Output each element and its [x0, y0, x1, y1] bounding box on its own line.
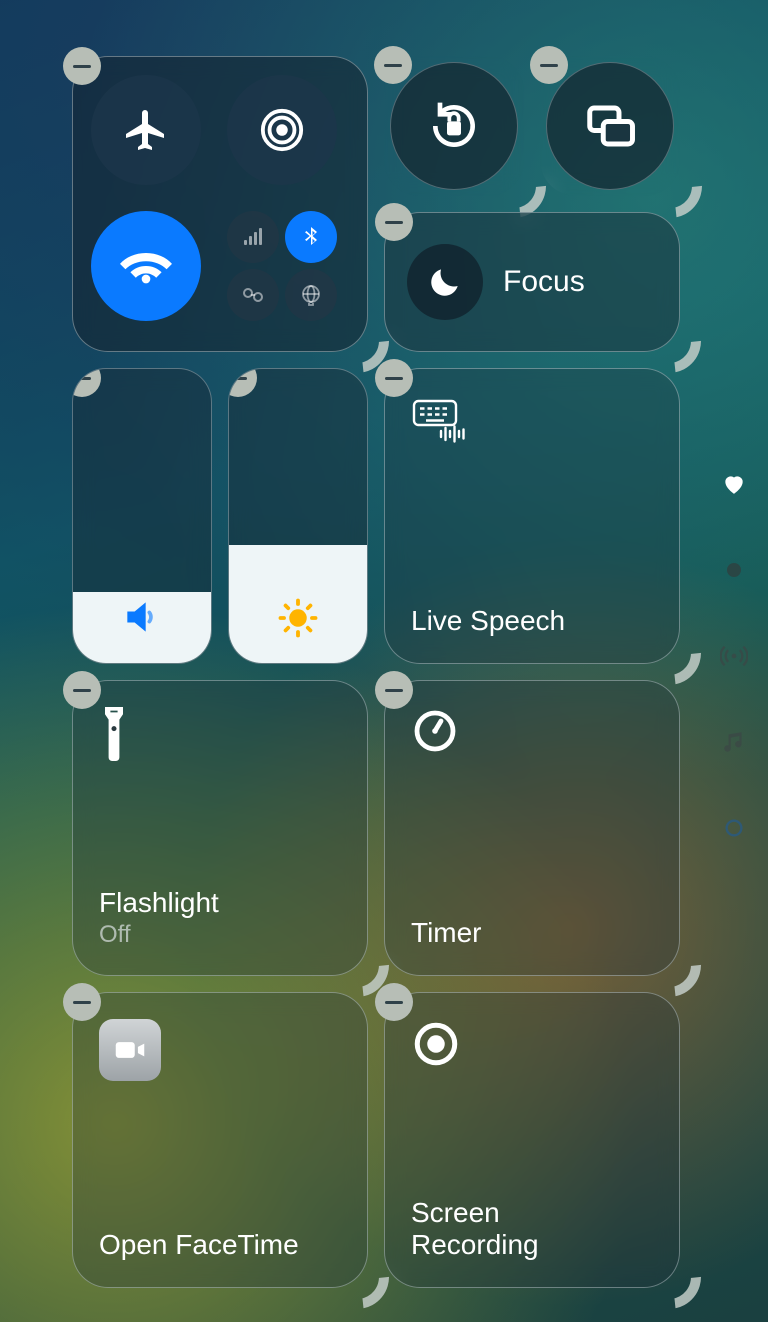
- wifi-icon: [120, 240, 172, 292]
- connectivity-tile[interactable]: [72, 56, 368, 352]
- airplane-icon: [122, 106, 170, 154]
- hotspot-icon: [241, 283, 265, 307]
- remove-button[interactable]: [72, 368, 101, 397]
- remove-button[interactable]: [530, 46, 568, 84]
- flashlight-status: Off: [99, 921, 341, 949]
- remove-button[interactable]: [375, 671, 413, 709]
- antenna-icon: [720, 642, 748, 670]
- wifi-toggle[interactable]: [91, 211, 201, 321]
- circle-outline-icon: [723, 817, 745, 839]
- focus-label: Focus: [503, 265, 585, 299]
- heart-icon: [721, 471, 747, 497]
- record-icon: [411, 1019, 461, 1069]
- resize-handle[interactable]: [325, 933, 373, 981]
- page-dot-connectivity[interactable]: [720, 642, 748, 670]
- cellular-icon: [241, 225, 265, 249]
- facetime-tile[interactable]: Open FaceTime: [72, 992, 368, 1288]
- remove-button[interactable]: [63, 47, 101, 85]
- rotation-lock-icon: [426, 98, 482, 154]
- timer-tile[interactable]: Timer: [384, 680, 680, 976]
- connectivity-mini-controls: [227, 211, 337, 321]
- screen-mirroring-tile[interactable]: [540, 56, 680, 196]
- globe-icon: [299, 283, 323, 307]
- page-dot-media[interactable]: [720, 728, 748, 756]
- resize-handle[interactable]: [637, 1245, 685, 1293]
- rotation-lock-tile[interactable]: [384, 56, 524, 196]
- remove-button[interactable]: [375, 359, 413, 397]
- timer-label: Timer: [411, 917, 653, 949]
- hotspot-toggle[interactable]: [227, 269, 279, 321]
- sun-icon: [277, 597, 319, 639]
- live-speech-icon: [411, 395, 471, 443]
- airdrop-icon: [259, 107, 305, 153]
- remove-button[interactable]: [375, 203, 413, 241]
- video-icon: [111, 1031, 149, 1069]
- page-dot-home[interactable]: [720, 814, 748, 842]
- focus-tile[interactable]: Focus: [384, 212, 680, 352]
- remove-button[interactable]: [374, 46, 412, 84]
- resize-handle[interactable]: [637, 621, 685, 669]
- resize-handle[interactable]: [637, 933, 685, 981]
- resize-handle[interactable]: [637, 309, 685, 357]
- control-center-grid: Focus Live Speech: [72, 56, 696, 1288]
- flashlight-tile[interactable]: Flashlight Off: [72, 680, 368, 976]
- resize-handle[interactable]: [482, 154, 530, 202]
- cellular-toggle[interactable]: [227, 211, 279, 263]
- flashlight-icon: [99, 707, 129, 761]
- remove-button[interactable]: [228, 368, 257, 397]
- screen-recording-label: Screen Recording: [411, 1197, 653, 1261]
- remove-button[interactable]: [63, 671, 101, 709]
- timer-icon: [411, 707, 459, 755]
- airplane-mode-toggle[interactable]: [91, 75, 201, 185]
- facetime-label: Open FaceTime: [99, 1229, 341, 1261]
- resize-handle[interactable]: [638, 154, 686, 202]
- bluetooth-toggle[interactable]: [285, 211, 337, 263]
- live-speech-tile[interactable]: Live Speech: [384, 368, 680, 664]
- remove-button[interactable]: [375, 983, 413, 1021]
- flashlight-label: Flashlight: [99, 887, 341, 919]
- remove-button[interactable]: [63, 983, 101, 1021]
- volume-slider[interactable]: [72, 368, 212, 664]
- music-icon: [721, 729, 747, 755]
- resize-handle[interactable]: [325, 309, 373, 357]
- live-speech-label: Live Speech: [411, 605, 653, 637]
- screen-mirroring-icon: [583, 99, 637, 153]
- resize-handle[interactable]: [325, 1245, 373, 1293]
- page-dot-current[interactable]: [720, 556, 748, 584]
- bluetooth-icon: [299, 225, 323, 249]
- speaker-icon: [120, 595, 164, 639]
- page-indicator[interactable]: [716, 470, 752, 842]
- airdrop-toggle[interactable]: [227, 75, 337, 185]
- brightness-slider[interactable]: [228, 368, 368, 664]
- screen-recording-tile[interactable]: Screen Recording: [384, 992, 680, 1288]
- facetime-app-icon: [99, 1019, 161, 1081]
- moon-icon: [426, 263, 464, 301]
- page-dot-favorites[interactable]: [720, 470, 748, 498]
